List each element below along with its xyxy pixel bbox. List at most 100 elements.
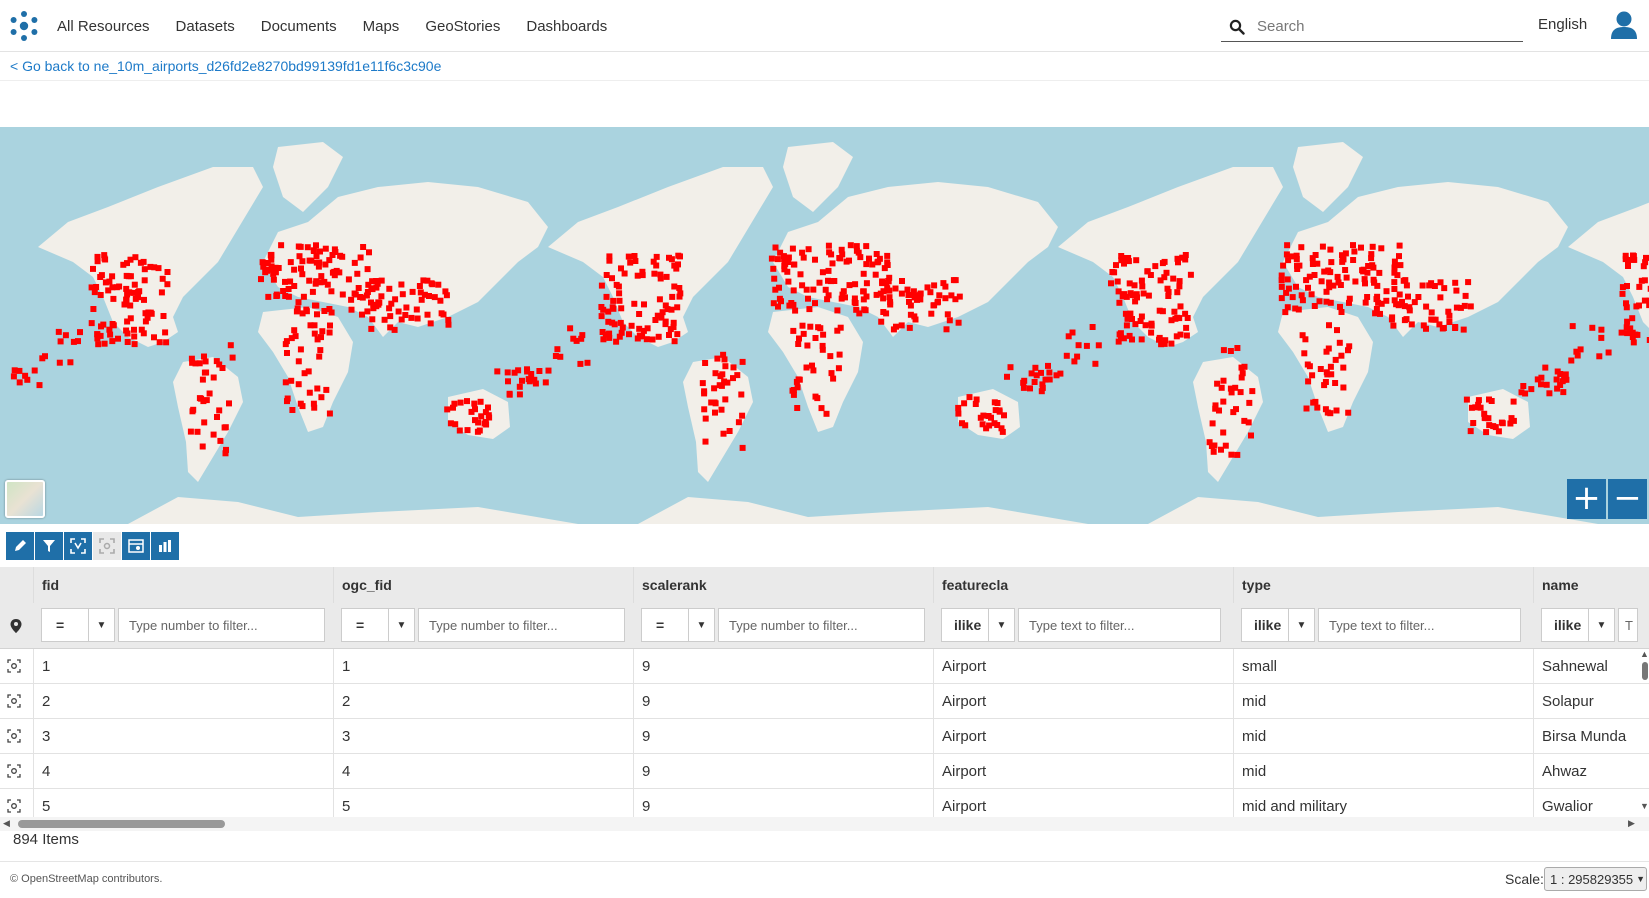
airport-marker[interactable] xyxy=(437,297,444,304)
airport-marker[interactable] xyxy=(820,331,827,338)
airport-marker[interactable] xyxy=(156,339,163,346)
airport-marker[interactable] xyxy=(627,259,634,266)
airport-marker[interactable] xyxy=(97,292,104,298)
airport-marker[interactable] xyxy=(1220,377,1227,384)
airport-marker[interactable] xyxy=(1340,364,1347,371)
airport-marker[interactable] xyxy=(1109,269,1116,275)
zoom-to-feature-icon[interactable] xyxy=(7,729,21,743)
airport-marker[interactable] xyxy=(1618,329,1625,336)
airport-marker[interactable] xyxy=(1249,388,1256,395)
airport-marker[interactable] xyxy=(1183,332,1190,339)
airport-marker[interactable] xyxy=(842,294,848,301)
airport-marker[interactable] xyxy=(985,413,992,419)
airport-marker[interactable] xyxy=(1350,257,1357,263)
airport-marker[interactable] xyxy=(1285,285,1292,292)
airport-marker[interactable] xyxy=(1374,293,1381,300)
airport-marker[interactable] xyxy=(653,253,660,260)
table-row[interactable]: 1 1 9 Airport small Sahnewal xyxy=(0,649,1649,684)
airport-marker[interactable] xyxy=(1187,271,1194,278)
airport-marker[interactable] xyxy=(1370,276,1377,283)
airport-marker[interactable] xyxy=(77,329,83,336)
airport-marker[interactable] xyxy=(1138,277,1145,284)
airport-marker[interactable] xyxy=(1317,366,1324,372)
airport-marker[interactable] xyxy=(584,359,591,366)
airport-marker[interactable] xyxy=(199,443,206,450)
airport-marker[interactable] xyxy=(131,341,138,348)
airport-marker[interactable] xyxy=(676,285,683,291)
airport-marker[interactable] xyxy=(1538,374,1545,381)
airport-marker[interactable] xyxy=(1293,283,1299,290)
airport-marker[interactable] xyxy=(799,322,806,329)
airport-marker[interactable] xyxy=(1301,350,1308,357)
airport-marker[interactable] xyxy=(611,321,618,328)
airport-marker[interactable] xyxy=(56,359,63,366)
airport-marker[interactable] xyxy=(774,256,781,263)
airport-marker[interactable] xyxy=(1472,404,1479,411)
airport-marker[interactable] xyxy=(996,407,1003,414)
airport-marker[interactable] xyxy=(307,322,314,329)
airport-marker[interactable] xyxy=(1152,263,1159,270)
airport-marker[interactable] xyxy=(443,292,450,299)
airport-marker[interactable] xyxy=(677,253,683,260)
airport-marker[interactable] xyxy=(1294,266,1301,272)
airport-marker[interactable] xyxy=(1452,325,1459,331)
airport-marker[interactable] xyxy=(1139,283,1146,290)
airport-marker[interactable] xyxy=(351,259,358,266)
airport-marker[interactable] xyxy=(1332,356,1339,363)
airport-marker[interactable] xyxy=(24,376,31,383)
airport-marker[interactable] xyxy=(475,419,482,426)
airport-marker[interactable] xyxy=(295,381,302,388)
airport-marker[interactable] xyxy=(775,303,781,310)
airport-marker[interactable] xyxy=(1305,284,1311,291)
airport-marker[interactable] xyxy=(206,390,213,397)
airport-marker[interactable] xyxy=(1115,338,1122,345)
nav-maps[interactable]: Maps xyxy=(363,18,400,35)
airport-marker[interactable] xyxy=(1039,384,1046,391)
airport-marker[interactable] xyxy=(1499,420,1506,427)
airport-marker[interactable] xyxy=(613,281,620,288)
airport-marker[interactable] xyxy=(714,355,721,362)
back-to-dataset-link[interactable]: < Go back to ne_10m_airports_d26fd2e8270… xyxy=(10,58,441,74)
airport-marker[interactable] xyxy=(1210,448,1217,455)
airport-marker[interactable] xyxy=(1343,274,1350,281)
airport-marker[interactable] xyxy=(830,375,837,382)
nav-datasets[interactable]: Datasets xyxy=(176,18,235,35)
chevron-down-icon[interactable]: ▼ xyxy=(989,608,1015,642)
airport-marker[interactable] xyxy=(317,248,323,255)
chevron-down-icon[interactable]: ▼ xyxy=(1289,608,1315,642)
airport-marker[interactable] xyxy=(904,286,911,293)
airport-marker[interactable] xyxy=(299,310,306,317)
airport-marker[interactable] xyxy=(606,257,613,264)
airport-marker[interactable] xyxy=(662,302,669,309)
airport-marker[interactable] xyxy=(151,264,158,271)
airport-marker[interactable] xyxy=(1327,363,1334,370)
airport-marker[interactable] xyxy=(823,410,830,417)
airport-marker[interactable] xyxy=(1284,276,1291,283)
airport-marker[interactable] xyxy=(722,363,729,370)
scale-dropdown[interactable]: 1 : 295829355 ▼ xyxy=(1544,867,1647,891)
airport-marker[interactable] xyxy=(910,288,917,295)
airport-marker[interactable] xyxy=(598,282,605,289)
airport-marker[interactable] xyxy=(306,389,313,396)
airport-marker[interactable] xyxy=(1463,396,1470,403)
airport-marker[interactable] xyxy=(1292,305,1299,312)
airport-marker[interactable] xyxy=(326,410,333,417)
airport-marker[interactable] xyxy=(986,422,993,429)
airport-marker[interactable] xyxy=(873,251,880,257)
airport-marker[interactable] xyxy=(628,322,635,329)
airport-marker[interactable] xyxy=(674,331,681,338)
airport-marker[interactable] xyxy=(216,407,223,414)
airport-marker[interactable] xyxy=(892,285,899,292)
airport-marker[interactable] xyxy=(1220,347,1227,354)
airport-marker[interactable] xyxy=(942,283,949,290)
airport-marker[interactable] xyxy=(829,260,836,267)
airport-marker[interactable] xyxy=(1032,364,1039,371)
airport-marker[interactable] xyxy=(666,332,672,338)
airport-marker[interactable] xyxy=(1171,308,1178,315)
airport-marker[interactable] xyxy=(1309,261,1316,267)
airport-marker[interactable] xyxy=(1232,384,1239,391)
airport-marker[interactable] xyxy=(1358,244,1364,251)
airport-marker[interactable] xyxy=(1345,409,1352,416)
airport-marker[interactable] xyxy=(287,278,294,285)
airport-marker[interactable] xyxy=(1510,398,1517,405)
